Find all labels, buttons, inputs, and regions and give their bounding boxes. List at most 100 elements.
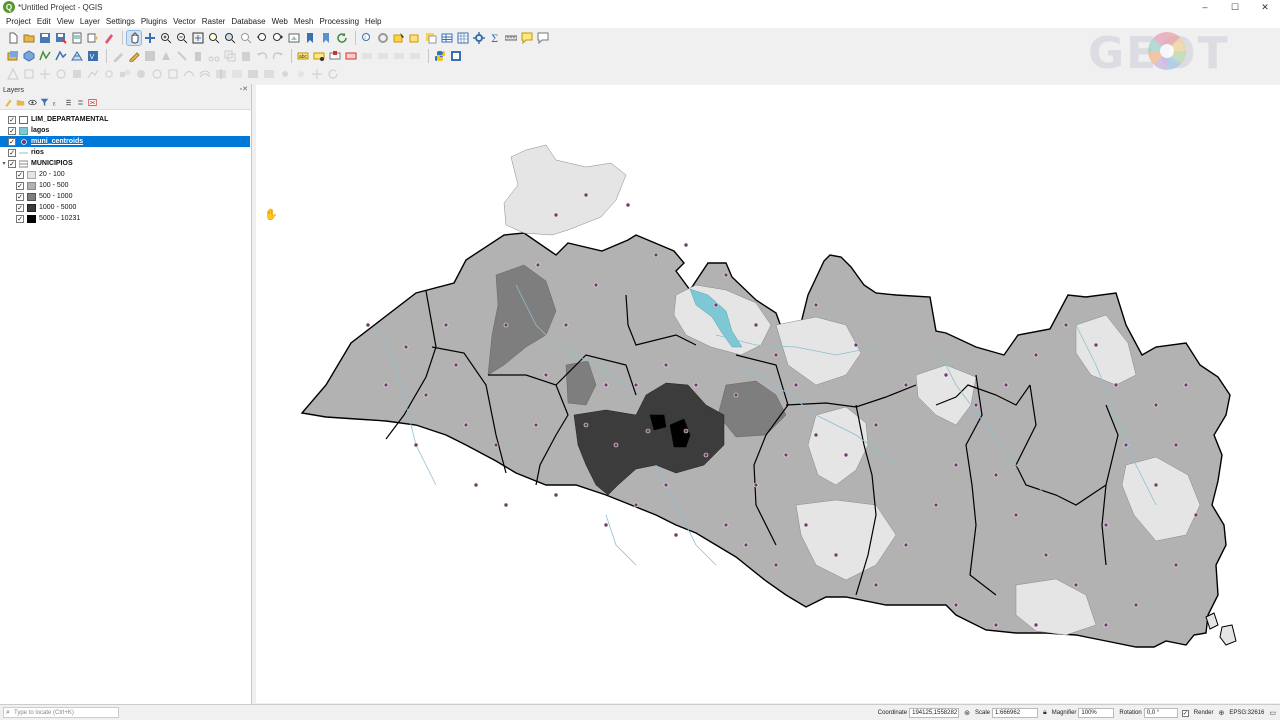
actions-icon[interactable]	[376, 31, 390, 45]
expand-all-icon[interactable]	[63, 97, 74, 108]
undo-icon[interactable]	[255, 49, 269, 63]
highlight-labels-icon[interactable]	[344, 49, 358, 63]
menu-help[interactable]: Help	[362, 14, 384, 28]
open-project-icon[interactable]	[22, 31, 36, 45]
layer-item-lim-departamental[interactable]: ✓ LIM_DEPARTAMENTAL	[0, 114, 251, 125]
split-features-icon[interactable]	[214, 67, 228, 81]
move-feature-icon[interactable]	[38, 67, 52, 81]
open-layer-styling-icon[interactable]	[3, 97, 14, 108]
map-canvas[interactable]	[256, 85, 1280, 703]
messages-icon[interactable]: ▭	[1269, 709, 1276, 717]
layer-visibility-checkbox[interactable]: ✓	[8, 115, 16, 124]
add-virtual-layer-icon[interactable]: V	[86, 49, 100, 63]
fill-ring-icon[interactable]	[134, 67, 148, 81]
map-tips-icon[interactable]	[520, 31, 534, 45]
legend-class-item[interactable]: ✓ 1000 - 5000	[0, 202, 251, 213]
menu-settings[interactable]: Settings	[103, 14, 138, 28]
class-visibility-checkbox[interactable]: ✓	[16, 181, 24, 190]
menu-web[interactable]: Web	[269, 14, 291, 28]
advanced-digitizing-icon[interactable]	[6, 67, 20, 81]
toolbox-icon[interactable]	[472, 31, 486, 45]
paste-features-icon[interactable]	[239, 49, 253, 63]
cut-features-icon[interactable]	[207, 49, 221, 63]
zoom-next-icon[interactable]	[271, 31, 285, 45]
filter-legend-icon[interactable]	[39, 97, 50, 108]
manage-map-themes-icon[interactable]	[27, 97, 38, 108]
menu-mesh[interactable]: Mesh	[291, 14, 317, 28]
new-geopackage-icon[interactable]	[22, 49, 36, 63]
pan-map-icon[interactable]	[126, 30, 142, 46]
show-bookmarks-icon[interactable]	[319, 31, 333, 45]
add-vector-layer-icon[interactable]	[38, 49, 52, 63]
metasearch-icon[interactable]	[449, 49, 463, 63]
save-edits-icon[interactable]	[143, 49, 157, 63]
show-hide-labels-icon[interactable]	[360, 49, 374, 63]
merge-features-icon[interactable]	[246, 67, 260, 81]
class-visibility-checkbox[interactable]: ✓	[16, 214, 24, 223]
add-ring-icon[interactable]	[102, 67, 116, 81]
crs-label[interactable]: EPSG:32616	[1229, 710, 1264, 716]
toggle-extents-icon[interactable]: ⊛	[964, 709, 970, 717]
menu-layer[interactable]: Layer	[77, 14, 103, 28]
split-parts-icon[interactable]	[230, 67, 244, 81]
new-map-view-icon[interactable]	[287, 31, 301, 45]
menu-plugins[interactable]: Plugins	[138, 14, 170, 28]
scale-combo[interactable]: 1:666962	[992, 708, 1038, 718]
zoom-layer-icon[interactable]	[223, 31, 237, 45]
legend-class-item[interactable]: ✓ 5000 - 10231	[0, 213, 251, 224]
filter-by-expression-icon[interactable]: ε	[51, 97, 62, 108]
pan-to-selection-icon[interactable]	[143, 31, 157, 45]
reverse-line-icon[interactable]	[326, 67, 340, 81]
menu-database[interactable]: Database	[228, 14, 268, 28]
offset-curve-icon[interactable]	[198, 67, 212, 81]
offset-point-symbols-icon[interactable]	[294, 67, 308, 81]
digitize-pen-icon[interactable]	[111, 49, 125, 63]
zoom-last-icon[interactable]	[255, 31, 269, 45]
toggle-editing-icon[interactable]	[127, 49, 141, 63]
select-by-value-icon[interactable]	[408, 31, 422, 45]
change-label-icon[interactable]	[408, 49, 422, 63]
python-console-icon[interactable]	[433, 49, 447, 63]
menu-vector[interactable]: Vector	[170, 14, 199, 28]
new-project-icon[interactable]	[6, 31, 20, 45]
panel-float-close-buttons[interactable]: ▫✕	[240, 85, 248, 93]
attribute-table-icon[interactable]	[440, 31, 454, 45]
menu-processing[interactable]: Processing	[316, 14, 362, 28]
label-tool-icon[interactable]: abc	[296, 49, 310, 63]
layer-visibility-checkbox[interactable]: ✓	[8, 159, 16, 168]
layer-visibility-checkbox[interactable]: ✓	[8, 137, 16, 146]
data-source-manager-icon[interactable]	[6, 49, 20, 63]
statistical-summary-icon[interactable]: Σ	[488, 31, 502, 45]
rotation-spinbox[interactable]: 0,0 °	[1143, 708, 1178, 718]
collapse-all-icon[interactable]	[75, 97, 86, 108]
measure-line-icon[interactable]	[504, 31, 518, 45]
print-layout-icon[interactable]	[70, 31, 84, 45]
scale-feature-icon[interactable]	[70, 67, 84, 81]
vertex-tool-icon[interactable]	[175, 49, 189, 63]
menu-edit[interactable]: Edit	[34, 14, 54, 28]
text-annotation-icon[interactable]	[536, 31, 550, 45]
delete-ring-icon[interactable]	[150, 67, 164, 81]
maximize-button[interactable]: ☐	[1220, 0, 1250, 14]
layer-visibility-checkbox[interactable]: ✓	[8, 126, 16, 135]
coordinate-field[interactable]: 194125,1558282	[909, 708, 960, 718]
redo-icon[interactable]	[271, 49, 285, 63]
move-label-icon[interactable]	[376, 49, 390, 63]
class-visibility-checkbox[interactable]: ✓	[16, 170, 24, 179]
minimize-button[interactable]: –	[1190, 0, 1220, 14]
layer-item-municipios[interactable]: ▾ ✓ MUNICIPIOS	[0, 158, 251, 169]
add-feature-icon[interactable]	[159, 49, 173, 63]
legend-class-item[interactable]: ✓ 500 - 1000	[0, 191, 251, 202]
class-visibility-checkbox[interactable]: ✓	[16, 192, 24, 201]
magnifier-spinbox[interactable]: 100%	[1078, 708, 1115, 718]
zoom-full-icon[interactable]	[191, 31, 205, 45]
layer-labeling-icon[interactable]	[312, 49, 326, 63]
pin-labels-icon[interactable]	[328, 49, 342, 63]
simplify-feature-icon[interactable]	[86, 67, 100, 81]
layer-item-lagos[interactable]: ✓ lagos	[0, 125, 251, 136]
merge-attributes-icon[interactable]	[262, 67, 276, 81]
menu-raster[interactable]: Raster	[199, 14, 229, 28]
menu-view[interactable]: View	[54, 14, 77, 28]
legend-class-item[interactable]: ✓ 20 - 100	[0, 169, 251, 180]
layout-manager-icon[interactable]	[86, 31, 100, 45]
